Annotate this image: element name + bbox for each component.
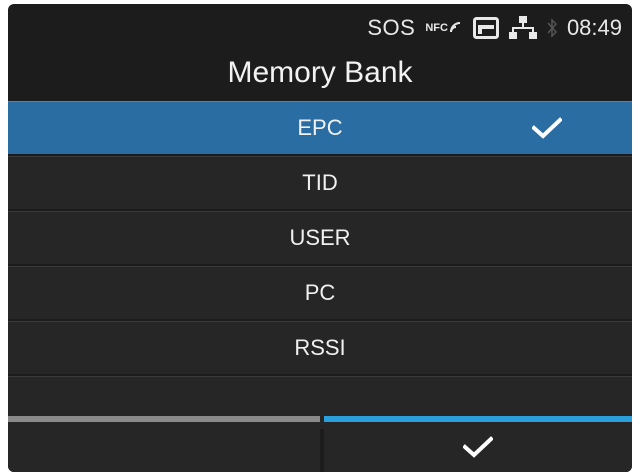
check-icon [463, 436, 493, 458]
list-item-label: USER [289, 225, 351, 250]
page-title: Memory Bank [227, 56, 413, 89]
list-item-tid[interactable]: TID [8, 156, 632, 209]
soft-key-bar [8, 416, 632, 472]
card-icon [472, 17, 499, 39]
list-item-epc[interactable]: EPC [8, 101, 632, 154]
nfc-icon: NFC [425, 20, 463, 36]
network-icon [508, 16, 537, 40]
device-screen: SOS NFC 08:49 Memory Bank EPC TID USER P… [8, 4, 632, 472]
status-bar: SOS NFC 08:49 [8, 4, 632, 52]
list-item-label: RSSI [294, 335, 346, 360]
list-item-label: PC [304, 280, 336, 305]
list-item-rssi[interactable]: RSSI [8, 321, 632, 374]
sos-label: SOS [367, 15, 416, 40]
confirm-button[interactable] [324, 416, 632, 472]
memory-bank-list: EPC TID USER PC RSSI [8, 101, 632, 429]
list-item-user[interactable]: USER [8, 211, 632, 264]
list-item-label: EPC [297, 115, 343, 140]
check-icon [532, 117, 562, 139]
list-item-pc[interactable]: PC [8, 266, 632, 319]
list-item-label: TID [302, 170, 338, 195]
bluetooth-icon [547, 18, 557, 38]
nfc-label: NFC [425, 22, 448, 34]
clock: 08:49 [566, 15, 622, 40]
soft-key-left[interactable] [8, 416, 320, 472]
